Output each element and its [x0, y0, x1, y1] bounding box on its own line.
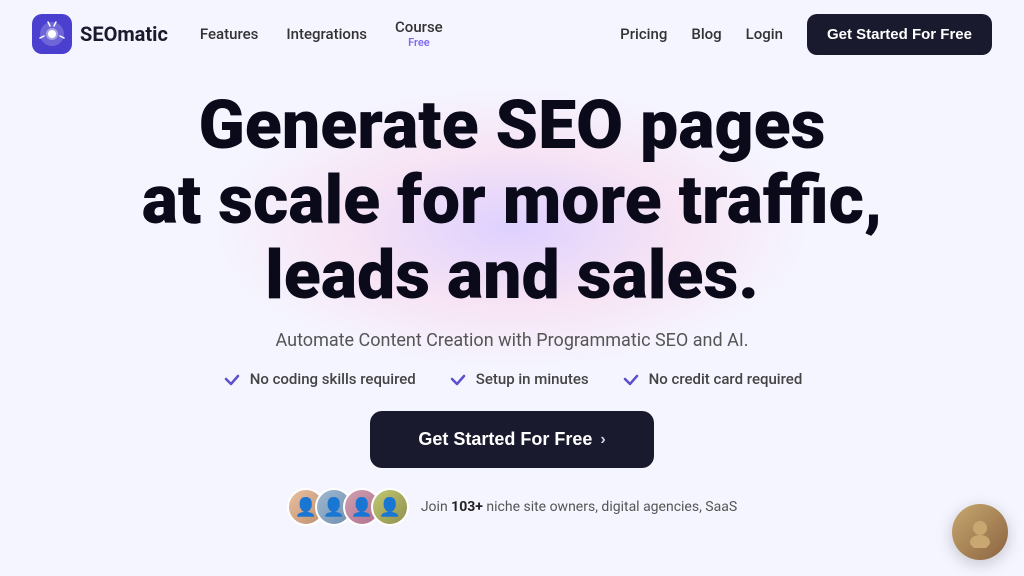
- hero-subtitle: Automate Content Creation with Programma…: [276, 330, 749, 351]
- feature-no-card: No credit card required: [621, 369, 803, 389]
- nav-course-label: Course: [395, 18, 443, 36]
- hero-cta-button[interactable]: Get Started For Free ›: [370, 411, 653, 468]
- avatar-face-4: 👤: [373, 490, 407, 524]
- nav-course-badge: Free: [408, 36, 430, 49]
- hero-title-line3: leads and sales.: [265, 235, 759, 315]
- social-suffix: niche site owners, digital agencies, Saa…: [486, 499, 737, 515]
- navbar-right: Pricing Blog Login Get Started For Free: [620, 14, 992, 55]
- navbar: SEOmatic Features Integrations Course Fr…: [0, 0, 1024, 68]
- logo-text: SEOmatic: [80, 22, 168, 46]
- chat-bubble-inner: [952, 504, 1008, 560]
- social-proof-text: Join 103+ niche site owners, digital age…: [421, 499, 737, 515]
- nav-links: Features Integrations Course Free: [200, 18, 443, 49]
- avatar-group: 👤 👤 👤 👤: [287, 488, 409, 526]
- nav-cta-button[interactable]: Get Started For Free: [807, 14, 992, 55]
- check-icon-3: [621, 369, 641, 389]
- hero-cta-label: Get Started For Free: [418, 429, 592, 450]
- hero-title-line2: at scale for more traffic,: [142, 160, 883, 240]
- social-prefix: Join: [421, 499, 448, 515]
- hero-section: Generate SEO pages at scale for more tra…: [0, 68, 1024, 526]
- feature-no-coding: No coding skills required: [222, 369, 416, 389]
- feature-label-3: No credit card required: [649, 370, 803, 388]
- nav-link-course[interactable]: Course Free: [395, 18, 443, 49]
- avatar-4: 👤: [371, 488, 409, 526]
- logo[interactable]: SEOmatic: [32, 14, 168, 54]
- feature-label-2: Setup in minutes: [476, 370, 589, 388]
- chat-avatar-icon: [964, 516, 996, 548]
- hero-title-line1: Generate SEO pages: [198, 85, 825, 165]
- check-icon-1: [222, 369, 242, 389]
- cta-arrow-icon: ›: [600, 431, 605, 449]
- check-icon-2: [448, 369, 468, 389]
- hero-title: Generate SEO pages at scale for more tra…: [142, 88, 883, 312]
- nav-link-integrations[interactable]: Integrations: [286, 25, 367, 43]
- chat-support-bubble[interactable]: [952, 504, 1008, 560]
- social-count: 103+: [451, 499, 483, 515]
- feature-label-1: No coding skills required: [250, 370, 416, 388]
- nav-link-login[interactable]: Login: [746, 25, 783, 43]
- navbar-left: SEOmatic Features Integrations Course Fr…: [32, 14, 443, 54]
- hero-features: No coding skills required Setup in minut…: [222, 369, 803, 389]
- nav-link-pricing[interactable]: Pricing: [620, 25, 667, 43]
- nav-link-blog[interactable]: Blog: [691, 25, 721, 43]
- seomatic-logo-icon: [32, 14, 72, 54]
- social-proof: 👤 👤 👤 👤 Join 103+ niche site owners, dig…: [287, 488, 737, 526]
- feature-setup: Setup in minutes: [448, 369, 589, 389]
- nav-link-features[interactable]: Features: [200, 25, 258, 43]
